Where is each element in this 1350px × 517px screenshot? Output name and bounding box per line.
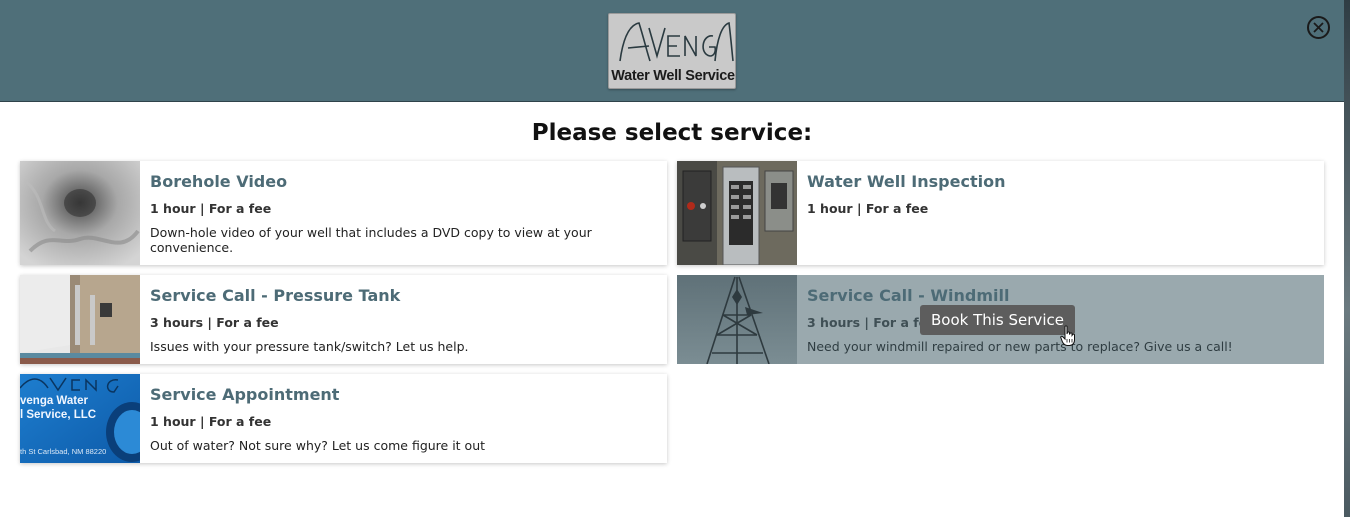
service-description: Out of water? Not sure why? Let us come … — [150, 438, 486, 453]
close-button[interactable] — [1307, 16, 1330, 39]
service-duration-price: 1 hour | For a fee — [807, 201, 929, 216]
service-select-modal: Water Well Service Please select service… — [0, 0, 1344, 517]
modal-header: Water Well Service — [0, 0, 1344, 102]
background-strip — [1344, 0, 1350, 517]
logo-subtitle: Water Well Service — [611, 68, 735, 84]
hand-cursor-icon — [1060, 325, 1075, 346]
service-name: Service Appointment — [150, 385, 340, 404]
service-duration-price: 3 hours | For a fee — [150, 315, 279, 330]
service-appointment-thumbnail: venga Water l Service, LLC th St Carlsba… — [20, 374, 140, 463]
water-well-inspection-thumbnail — [677, 161, 797, 265]
book-service-tooltip: Book This Service — [920, 305, 1075, 335]
service-name: Service Call - Pressure Tank — [150, 286, 401, 305]
close-icon — [1313, 22, 1324, 33]
borehole-video-thumbnail — [20, 161, 140, 265]
service-name: Service Call - Windmill — [807, 286, 1010, 305]
service-card-water-well-inspection[interactable]: Water Well Inspection 1 hour | For a fee — [677, 161, 1324, 265]
company-logo: Water Well Service — [608, 13, 736, 89]
service-duration-price: 1 hour | For a fee — [150, 201, 272, 216]
service-description: Down-hole video of your well that includ… — [150, 225, 592, 255]
page-title: Please select service: — [531, 120, 813, 146]
service-description: Issues with your pressure tank/switch? L… — [150, 339, 469, 354]
thumb-text-line: l Service, LLC — [20, 409, 97, 421]
service-name: Water Well Inspection — [807, 172, 1006, 191]
service-description: Need your windmill repaired or new parts… — [807, 339, 1233, 354]
service-duration-price: 1 hour | For a fee — [150, 414, 272, 429]
service-name: Borehole Video — [150, 172, 288, 191]
service-card-pressure-tank[interactable]: Service Call - Pressure Tank 3 hours | F… — [20, 275, 667, 364]
service-card-borehole-video[interactable]: Borehole Video 1 hour | For a fee Down-h… — [20, 161, 667, 265]
thumb-text-line: venga Water — [20, 395, 88, 407]
service-card-service-appointment[interactable]: venga Water l Service, LLC th St Carlsba… — [20, 374, 667, 463]
thumb-text-line: th St Carlsbad, NM 88220 — [20, 447, 107, 456]
service-duration-price: 3 hours | For a fee — [807, 315, 936, 330]
windmill-thumbnail — [677, 275, 797, 364]
pressure-tank-thumbnail — [20, 275, 140, 364]
logo-wordmark — [619, 21, 734, 62]
